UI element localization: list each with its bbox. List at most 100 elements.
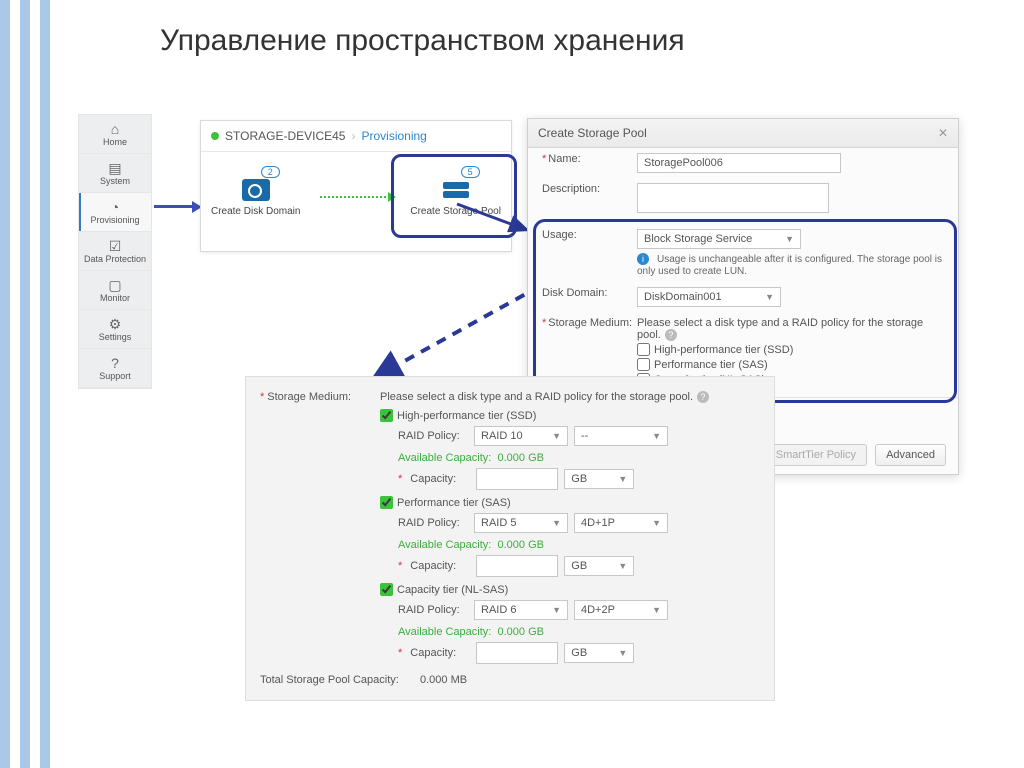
- provisioning-panel: STORAGE-DEVICE45 › Provisioning 2 Create…: [200, 120, 512, 252]
- available-capacity-label: Available Capacity:: [398, 539, 491, 551]
- required-icon: *: [542, 153, 546, 165]
- required-icon: *: [398, 647, 402, 659]
- sidebar-item-support[interactable]: ? Support: [79, 349, 151, 388]
- advanced-button[interactable]: Advanced: [875, 444, 946, 466]
- storage-medium-detail-panel: *Storage Medium: Please select a disk ty…: [245, 376, 775, 701]
- capacity-input[interactable]: [476, 468, 558, 490]
- dialog-title-bar: Create Storage Pool ✕: [528, 119, 958, 148]
- capacity-input[interactable]: [476, 555, 558, 577]
- capacity-input[interactable]: [476, 642, 558, 664]
- chevron-down-icon: ▼: [552, 605, 561, 615]
- raid-extra-select[interactable]: --▼: [574, 426, 668, 446]
- status-dot-icon: [211, 132, 219, 140]
- breadcrumb: STORAGE-DEVICE45 › Provisioning: [201, 121, 511, 152]
- available-capacity-value: 0.000 GB: [497, 626, 543, 638]
- breadcrumb-current: Provisioning: [361, 129, 426, 143]
- chevron-down-icon: ▼: [765, 292, 774, 302]
- chevron-down-icon: ▼: [652, 518, 661, 528]
- chevron-down-icon: ▼: [618, 561, 627, 571]
- arrow-icon: [154, 205, 194, 208]
- required-icon: *: [260, 391, 264, 403]
- decorative-bar: [40, 0, 50, 768]
- name-input[interactable]: [637, 153, 841, 173]
- monitor-icon: ▢: [108, 278, 121, 292]
- tier-sas-checkbox[interactable]: [637, 358, 650, 371]
- create-disk-domain-node[interactable]: 2 Create Disk Domain: [211, 178, 300, 217]
- raid-policy-select[interactable]: RAID 6▼: [474, 600, 568, 620]
- sidebar-item-settings[interactable]: ⚙ Settings: [79, 310, 151, 349]
- total-capacity-value: 0.000 MB: [420, 674, 467, 686]
- capacity-unit-select[interactable]: GB▼: [564, 469, 634, 489]
- sidebar-item-system[interactable]: ▤ System: [79, 154, 151, 193]
- raid-policy-select[interactable]: RAID 5▼: [474, 513, 568, 533]
- total-capacity-label: Total Storage Pool Capacity:: [260, 674, 399, 686]
- available-capacity-value: 0.000 GB: [497, 452, 543, 464]
- dashed-arrow-icon: [360, 280, 550, 390]
- required-icon: *: [398, 473, 402, 485]
- chevron-down-icon: ▼: [552, 518, 561, 528]
- help-icon[interactable]: ?: [697, 391, 709, 403]
- tier-sas-label: Performance tier (SAS): [654, 359, 768, 371]
- support-icon: ?: [111, 356, 119, 370]
- sidebar-item-monitor[interactable]: ▢ Monitor: [79, 271, 151, 310]
- sidebar-item-label: Settings: [99, 332, 132, 342]
- available-capacity-value: 0.000 GB: [497, 539, 543, 551]
- chevron-down-icon: ▼: [618, 474, 627, 484]
- tier-name: Performance tier (SAS): [397, 497, 511, 509]
- description-textarea[interactable]: [637, 183, 829, 213]
- tier-name: High-performance tier (SSD): [397, 410, 536, 422]
- close-icon[interactable]: ✕: [938, 126, 948, 140]
- sidebar-nav: ⌂ Home ▤ System ◔ Provisioning ☑ Data Pr…: [78, 114, 152, 389]
- chevron-down-icon: ▼: [785, 234, 794, 244]
- disk-domain-label: Disk Domain:: [542, 287, 607, 299]
- usage-select[interactable]: Block Storage Service▼: [637, 229, 801, 249]
- chevron-down-icon: ▼: [618, 648, 627, 658]
- raid-extra-select[interactable]: 4D+2P▼: [574, 600, 668, 620]
- node-label: Create Disk Domain: [211, 206, 300, 217]
- disk-domain-select[interactable]: DiskDomain001▼: [637, 287, 781, 307]
- chevron-down-icon: ▼: [652, 431, 661, 441]
- name-label: Name:: [548, 153, 580, 165]
- available-capacity-label: Available Capacity:: [398, 452, 491, 464]
- capacity-label: Capacity:: [410, 473, 470, 485]
- sidebar-item-label: Support: [99, 371, 131, 381]
- storage-medium-label: Storage Medium:: [267, 391, 351, 403]
- tier-checkbox[interactable]: [380, 496, 393, 509]
- dialog-title: Create Storage Pool: [538, 126, 647, 140]
- tier-checkbox[interactable]: [380, 583, 393, 596]
- medium-hint: Please select a disk type and a RAID pol…: [637, 317, 923, 341]
- flow-arrow-icon: [320, 196, 390, 198]
- usage-label: Usage:: [542, 229, 577, 241]
- tier-ssd-checkbox[interactable]: [637, 343, 650, 356]
- disk-icon: [242, 179, 270, 201]
- decorative-bar: [20, 0, 30, 768]
- help-icon[interactable]: ?: [665, 329, 677, 341]
- chevron-down-icon: ▼: [552, 431, 561, 441]
- capacity-label: Capacity:: [410, 560, 470, 572]
- required-icon: *: [398, 560, 402, 572]
- medium-hint: Please select a disk type and a RAID pol…: [380, 391, 693, 403]
- raid-extra-select[interactable]: 4D+1P▼: [574, 513, 668, 533]
- storage-medium-label: Storage Medium:: [548, 317, 632, 329]
- sidebar-item-data-protection[interactable]: ☑ Data Protection: [79, 232, 151, 271]
- breadcrumb-device[interactable]: STORAGE-DEVICE45: [225, 129, 345, 143]
- gear-icon: ⚙: [109, 317, 122, 331]
- shield-icon: ☑: [109, 239, 122, 253]
- capacity-unit-select[interactable]: GB▼: [564, 643, 634, 663]
- usage-note: Usage is unchangeable after it is config…: [637, 254, 942, 277]
- tier-checkbox[interactable]: [380, 409, 393, 422]
- sidebar-item-label: Provisioning: [90, 215, 139, 225]
- raid-policy-label: RAID Policy:: [398, 604, 468, 616]
- raid-policy-select[interactable]: RAID 10▼: [474, 426, 568, 446]
- raid-policy-label: RAID Policy:: [398, 430, 468, 442]
- chevron-down-icon: ▼: [652, 605, 661, 615]
- decorative-bar: [0, 0, 10, 768]
- home-icon: ⌂: [111, 122, 119, 136]
- sidebar-item-home[interactable]: ⌂ Home: [79, 115, 151, 154]
- capacity-label: Capacity:: [410, 647, 470, 659]
- highlight-box: [391, 154, 517, 238]
- sidebar-item-provisioning[interactable]: ◔ Provisioning: [79, 193, 151, 232]
- capacity-unit-select[interactable]: GB▼: [564, 556, 634, 576]
- required-icon: *: [542, 317, 546, 329]
- sidebar-item-label: Monitor: [100, 293, 130, 303]
